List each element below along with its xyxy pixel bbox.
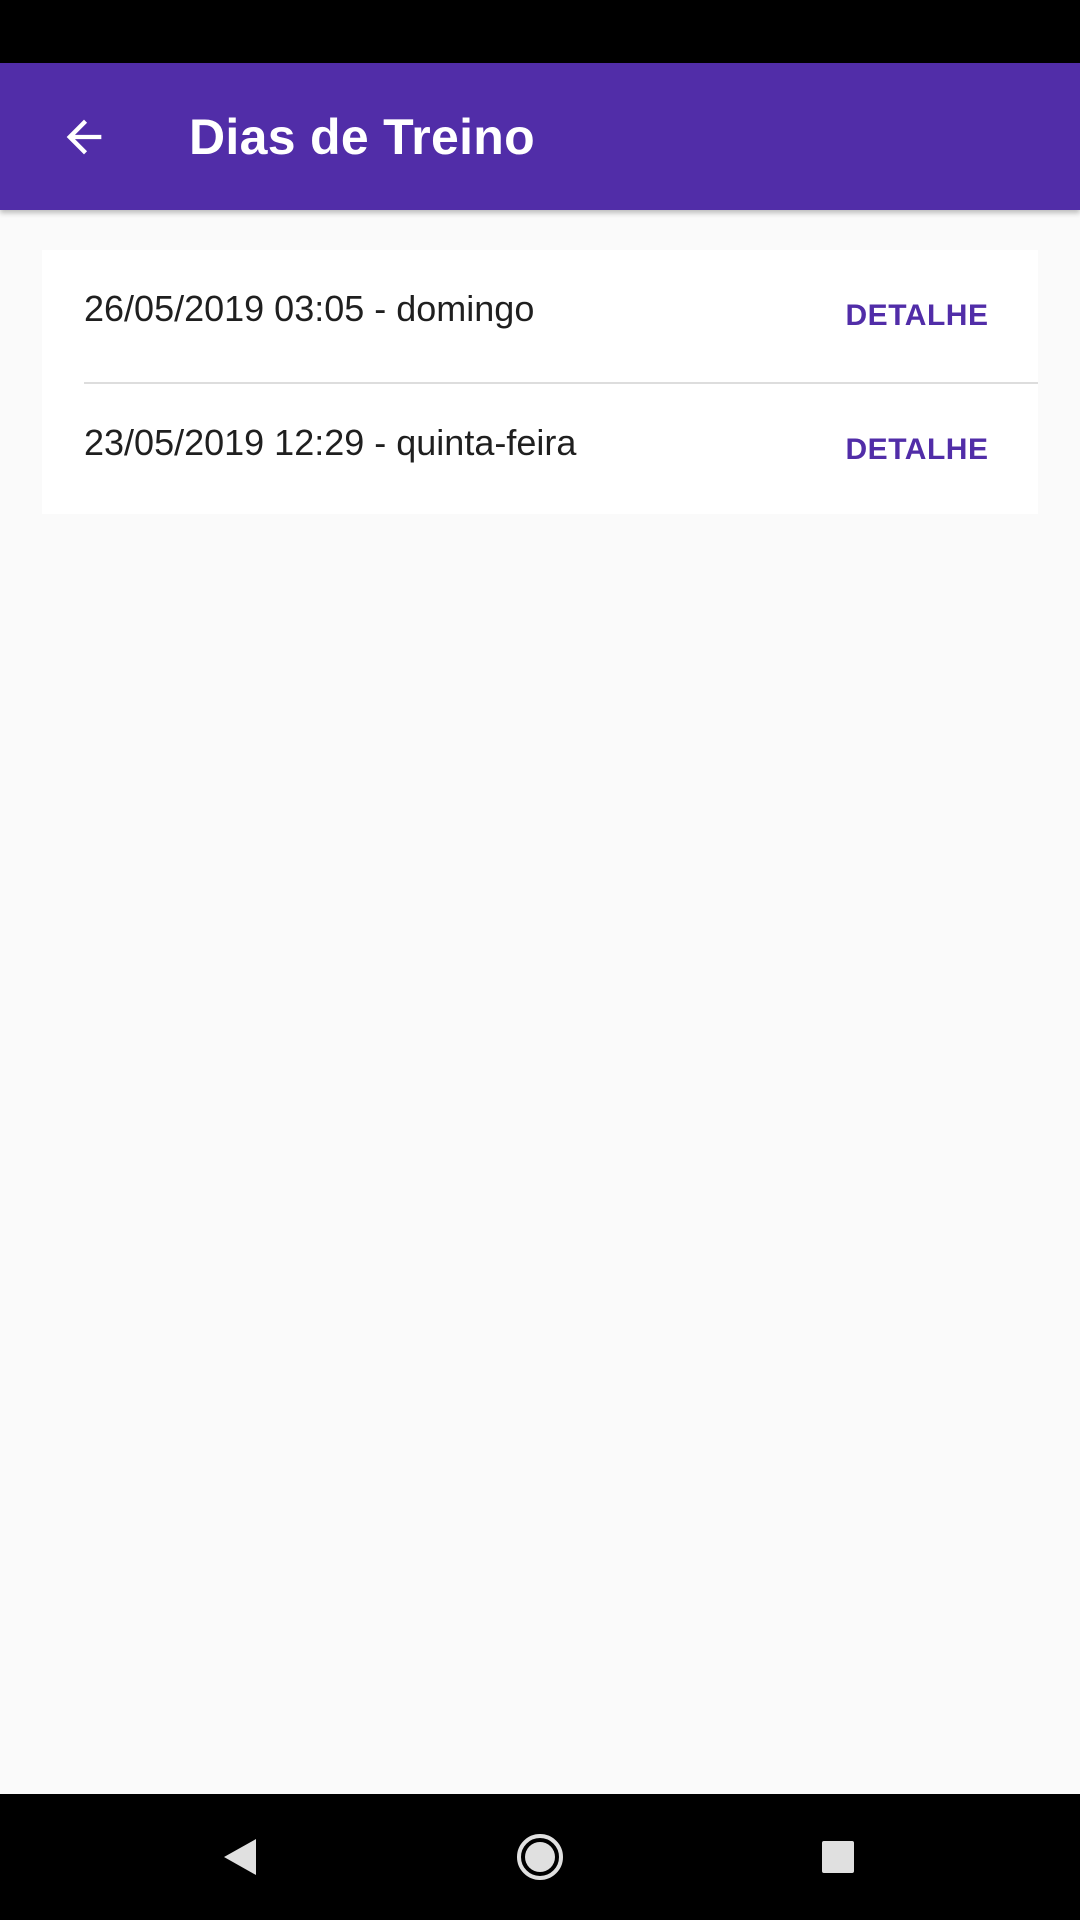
- nav-recents-button[interactable]: [790, 1812, 886, 1902]
- nav-home-button[interactable]: [492, 1812, 588, 1902]
- content-area: 26/05/2019 03:05 - domingo DETALHE 23/05…: [0, 210, 1080, 1794]
- list-item: 26/05/2019 03:05 - domingo DETALHE: [42, 250, 1038, 382]
- detail-button[interactable]: DETALHE: [832, 416, 1002, 484]
- page-title: Dias de Treino: [189, 108, 535, 165]
- arrow-left-icon: [66, 119, 102, 154]
- nav-recents-icon: [822, 1841, 854, 1873]
- detail-button[interactable]: DETALHE: [832, 282, 1002, 350]
- training-days-card: 26/05/2019 03:05 - domingo DETALHE 23/05…: [42, 250, 1038, 514]
- back-button[interactable]: [42, 95, 126, 179]
- nav-back-icon: [224, 1839, 256, 1875]
- app-bar: Dias de Treino: [0, 63, 1080, 210]
- navigation-bar: [0, 1794, 1080, 1920]
- status-bar: [0, 0, 1080, 63]
- nav-back-button[interactable]: [192, 1812, 288, 1902]
- list-item: 23/05/2019 12:29 - quinta-feira DETALHE: [42, 384, 1038, 516]
- training-day-label: 26/05/2019 03:05 - domingo: [84, 288, 535, 329]
- training-day-label: 23/05/2019 12:29 - quinta-feira: [84, 422, 577, 463]
- nav-home-icon: [517, 1834, 563, 1880]
